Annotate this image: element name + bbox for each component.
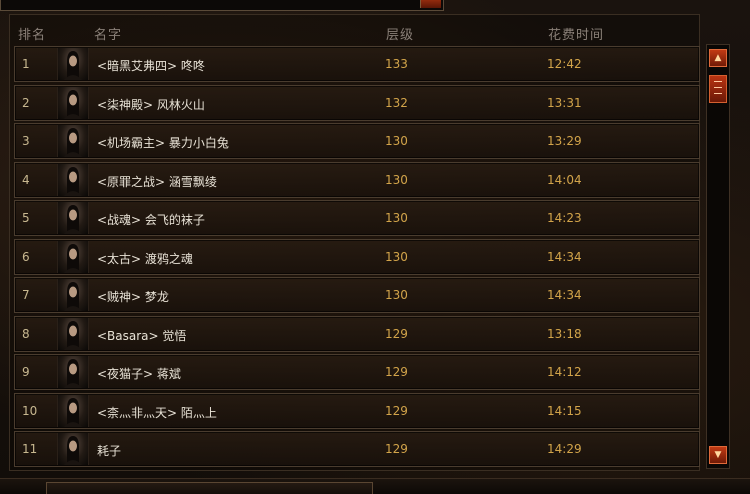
avatar bbox=[57, 433, 89, 465]
row-time: 14:34 bbox=[547, 288, 582, 302]
scroll-down-icon[interactable]: ▼ bbox=[709, 446, 727, 464]
row-time: 14:04 bbox=[547, 172, 582, 187]
header-name: 名字 bbox=[94, 28, 123, 43]
avatar bbox=[57, 48, 89, 80]
leaderboard-row[interactable]: 6 <太古> 渡鸦之魂 130 14:34 bbox=[14, 238, 700, 275]
row-rank: 4 bbox=[22, 172, 30, 187]
dropdown-arrow-icon[interactable] bbox=[420, 0, 441, 8]
leaderboard-row[interactable]: 1 <暗黑艾弗四> 咚咚 133 12:42 bbox=[14, 46, 700, 82]
scroll-up-icon[interactable]: ▲ bbox=[709, 49, 727, 67]
row-time: 14:34 bbox=[547, 249, 582, 264]
avatar bbox=[57, 86, 89, 119]
scroll-thumb[interactable] bbox=[709, 75, 727, 103]
row-rank: 5 bbox=[22, 211, 30, 225]
row-time: 13:18 bbox=[547, 326, 582, 341]
leaderboard-row[interactable]: 8 <Basara> 觉悟 129 13:18 bbox=[14, 315, 700, 352]
leaderboard-header: 排名 名字 层级 花费时间 bbox=[10, 15, 699, 45]
bottom-tab[interactable] bbox=[46, 482, 373, 494]
row-time: 14:15 bbox=[547, 403, 582, 418]
leaderboard-row[interactable]: 2 <柒神殿> 风林火山 132 13:31 bbox=[14, 84, 700, 121]
row-level: 130 bbox=[385, 211, 408, 225]
avatar bbox=[57, 202, 89, 234]
row-rank: 1 bbox=[22, 57, 30, 71]
avatar bbox=[57, 163, 89, 196]
filter-dropdown[interactable] bbox=[0, 0, 444, 11]
leaderboard-row[interactable]: 10 <柰灬非灬天> 陌灬上 129 14:15 bbox=[14, 392, 700, 429]
row-rank: 8 bbox=[22, 326, 30, 341]
avatar bbox=[57, 125, 89, 157]
row-player-name: <夜猫子> 蒋斌 bbox=[97, 367, 181, 381]
avatar bbox=[57, 279, 89, 311]
row-level: 129 bbox=[385, 365, 408, 379]
row-rank: 11 bbox=[22, 442, 38, 456]
leaderboard-row[interactable]: 5 <战魂> 会飞的袜子 130 14:23 bbox=[14, 200, 700, 236]
scrollbar[interactable]: ▲ ▼ bbox=[706, 44, 730, 469]
avatar bbox=[57, 394, 89, 427]
row-player-name: 耗子 bbox=[97, 444, 122, 458]
row-player-name: <柒神殿> 风林火山 bbox=[97, 97, 205, 112]
header-rank: 排名 bbox=[18, 28, 47, 43]
header-level: 层级 bbox=[386, 28, 415, 43]
leaderboard-row[interactable]: 11 耗子 129 14:29 bbox=[14, 431, 700, 467]
row-level: 132 bbox=[385, 95, 408, 110]
leaderboard-row[interactable]: 3 <机场霸主> 暴力小白兔 130 13:29 bbox=[14, 123, 700, 159]
row-level: 130 bbox=[385, 288, 408, 302]
row-player-name: <暗黑艾弗四> 咚咚 bbox=[97, 59, 205, 73]
row-level: 129 bbox=[385, 326, 408, 341]
row-time: 13:31 bbox=[547, 95, 582, 110]
row-level: 129 bbox=[385, 403, 408, 418]
row-player-name: <贼神> 梦龙 bbox=[97, 290, 169, 304]
row-rank: 2 bbox=[22, 95, 30, 110]
row-player-name: <柰灬非灬天> 陌灬上 bbox=[97, 405, 217, 420]
header-time: 花费时间 bbox=[548, 28, 605, 43]
row-rank: 3 bbox=[22, 134, 30, 148]
row-rank: 10 bbox=[22, 403, 38, 418]
avatar bbox=[57, 317, 89, 350]
leaderboard-row[interactable]: 7 <贼神> 梦龙 130 14:34 bbox=[14, 277, 700, 313]
row-player-name: <Basara> 觉悟 bbox=[97, 328, 187, 343]
leaderboard-panel: 排名 名字 层级 花费时间 1 <暗黑艾弗四> 咚咚 133 12:42 2 <柒神殿> … bbox=[9, 14, 700, 471]
leaderboard-row[interactable]: 9 <夜猫子> 蒋斌 129 14:12 bbox=[14, 354, 700, 390]
leaderboard-row[interactable]: 4 <原罪之战> 涵雪飘绫 130 14:04 bbox=[14, 161, 700, 198]
row-time: 12:42 bbox=[547, 57, 582, 71]
row-level: 130 bbox=[385, 134, 408, 148]
row-level: 130 bbox=[385, 249, 408, 264]
row-time: 14:29 bbox=[547, 442, 582, 456]
avatar bbox=[57, 240, 89, 273]
avatar bbox=[57, 356, 89, 388]
row-time: 14:12 bbox=[547, 365, 582, 379]
row-time: 14:23 bbox=[547, 211, 582, 225]
row-rank: 7 bbox=[22, 288, 30, 302]
row-player-name: <战魂> 会飞的袜子 bbox=[97, 213, 205, 227]
row-time: 13:29 bbox=[547, 134, 582, 148]
row-player-name: <机场霸主> 暴力小白兔 bbox=[97, 136, 229, 150]
row-level: 133 bbox=[385, 57, 408, 71]
row-player-name: <原罪之战> 涵雪飘绫 bbox=[97, 174, 217, 189]
row-level: 130 bbox=[385, 172, 408, 187]
row-rank: 9 bbox=[22, 365, 30, 379]
row-rank: 6 bbox=[22, 249, 30, 264]
row-level: 129 bbox=[385, 442, 408, 456]
row-player-name: <太古> 渡鸦之魂 bbox=[97, 251, 193, 266]
